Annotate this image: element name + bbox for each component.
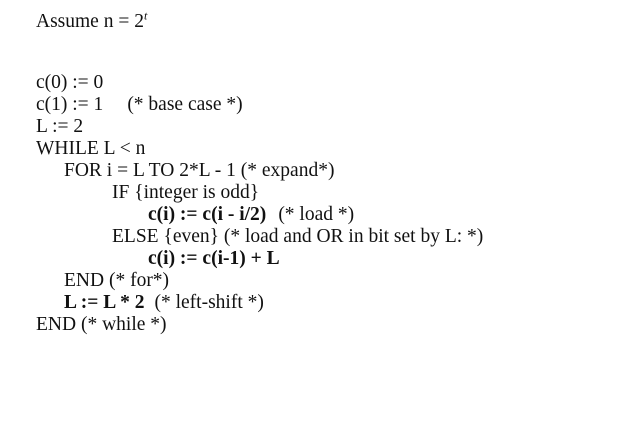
code-line-shift: L := L * 2 (* left-shift *) xyxy=(64,292,264,314)
or-statement: c(i) := c(i-1) + L xyxy=(148,248,280,269)
c1-comment: (* base case *) xyxy=(127,94,243,115)
else-comment: (* load and OR in bit set by L: *) xyxy=(223,226,484,247)
pseudocode-document: Assume n = 2t c(0) := 0 c(1) := 1 (* base… xyxy=(0,0,636,424)
assumption-exponent: t xyxy=(143,8,148,23)
for-statement: FOR i = L TO 2*L - 1 xyxy=(64,160,236,181)
code-line-if: IF {integer is odd} xyxy=(112,182,259,204)
end-for-statement: END (* for*) xyxy=(64,270,170,291)
shift-statement: L := L * 2 xyxy=(64,292,145,313)
code-line-else: ELSE {even} (* load and OR in bit set by… xyxy=(112,226,483,248)
assumption-line: Assume n = 2t xyxy=(36,8,148,33)
c0-statement: c(0) := 0 xyxy=(36,72,104,93)
code-line-for: FOR i = L TO 2*L - 1 (* expand*) xyxy=(64,160,334,182)
code-line-c0: c(0) := 0 xyxy=(36,72,103,94)
code-line-while: WHILE L < n xyxy=(36,138,145,160)
code-line-end-for: END (* for*) xyxy=(64,270,169,292)
code-line-c1: c(1) := 1 (* base case *) xyxy=(36,94,243,116)
c1-statement: c(1) := 1 xyxy=(36,94,104,115)
code-line-end-while: END (* while *) xyxy=(36,314,167,336)
while-statement: WHILE L < n xyxy=(36,138,146,159)
end-while-statement: END (* while *) xyxy=(36,314,167,335)
else-statement: ELSE {even} xyxy=(112,226,219,247)
l-init-statement: L := 2 xyxy=(36,116,84,137)
code-line-or: c(i) := c(i-1) + L xyxy=(148,248,280,270)
assumption-text: Assume n = 2 xyxy=(36,11,144,32)
if-statement: IF {integer is odd} xyxy=(112,182,260,203)
load-comment: (* load *) xyxy=(278,204,355,225)
shift-comment: (* left-shift *) xyxy=(154,292,264,313)
code-line-l-init: L := 2 xyxy=(36,116,83,138)
for-comment: (* expand*) xyxy=(240,160,335,181)
code-line-load: c(i) := c(i - i/2) (* load *) xyxy=(148,204,354,226)
load-statement: c(i) := c(i - i/2) xyxy=(148,204,267,225)
